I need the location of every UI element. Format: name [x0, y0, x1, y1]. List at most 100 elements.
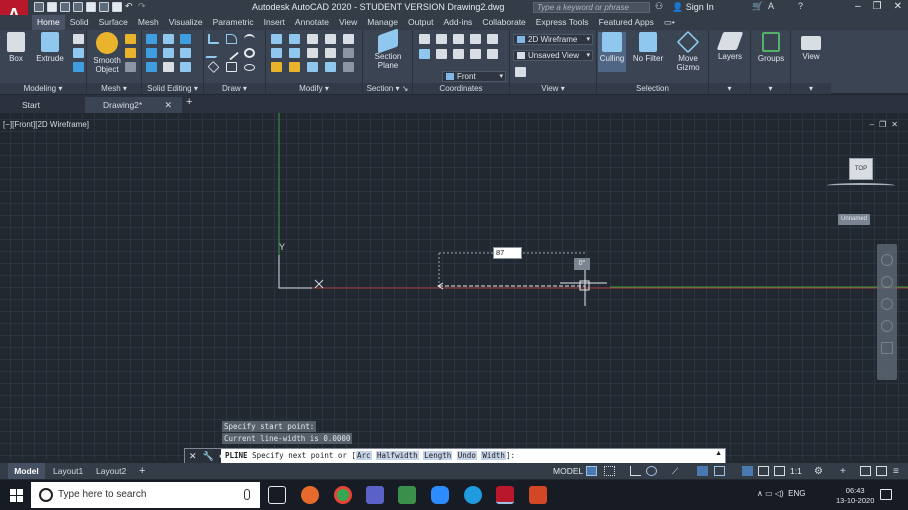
- tab-visualize[interactable]: Visualize: [164, 15, 208, 30]
- stretch-icon[interactable]: [325, 48, 336, 58]
- shell-icon[interactable]: [163, 62, 174, 72]
- ucs-origin-icon[interactable]: [436, 49, 447, 59]
- panel-title-mesh[interactable]: Mesh ▾: [87, 83, 141, 94]
- taskbar-search-input[interactable]: Type here to search: [31, 482, 260, 508]
- grid-icon[interactable]: [586, 466, 597, 476]
- rectangle-icon[interactable]: [226, 62, 237, 72]
- explode-icon[interactable]: [307, 62, 318, 72]
- keyword-search-input[interactable]: Type a keyword or phrase: [533, 2, 650, 13]
- erase-icon[interactable]: [271, 62, 282, 72]
- viewcube-top-face[interactable]: TOP: [849, 158, 873, 180]
- undo-icon[interactable]: ↶: [125, 2, 135, 12]
- snap-icon[interactable]: [604, 466, 615, 476]
- panel-title-modeling[interactable]: Modeling ▾: [0, 83, 86, 94]
- panel-title-modify[interactable]: Modify ▾: [266, 83, 362, 94]
- tab-output[interactable]: Output: [403, 15, 439, 30]
- store-icon[interactable]: [398, 486, 416, 504]
- fillet-edge-icon[interactable]: [146, 62, 157, 72]
- clean-screen-icon[interactable]: [876, 466, 887, 476]
- dynamic-input-field[interactable]: 87: [493, 247, 522, 259]
- section-plane-button[interactable]: Section Plane: [367, 28, 409, 70]
- teams-icon[interactable]: [366, 486, 384, 504]
- save-web-icon[interactable]: [99, 2, 109, 12]
- autoscale-icon[interactable]: [758, 466, 769, 476]
- save-icon[interactable]: [60, 2, 70, 12]
- drawing-canvas[interactable]: [−][Front][2D Wireframe] ‒ ❐ ✕ Y 87 0° T…: [0, 113, 908, 460]
- autodesk-a360-icon[interactable]: A: [768, 1, 774, 11]
- system-tray[interactable]: ∧ ▭ ◁) ENG: [757, 489, 806, 498]
- subtract-icon[interactable]: [163, 34, 174, 44]
- tab-insert[interactable]: Insert: [259, 15, 290, 30]
- ucs-object-icon[interactable]: [487, 34, 498, 44]
- ucs-icon[interactable]: [419, 34, 430, 44]
- panel-title-view[interactable]: View ▾: [510, 83, 596, 94]
- viewport-config-icon[interactable]: [515, 67, 526, 77]
- autocad-taskbar-icon[interactable]: [496, 486, 514, 504]
- panel-title-view-big[interactable]: ▾: [791, 83, 831, 94]
- tab-start[interactable]: Start: [4, 97, 40, 113]
- chrome-icon[interactable]: [334, 486, 352, 504]
- spline-icon[interactable]: [205, 48, 222, 58]
- extract-edges-icon[interactable]: [180, 48, 191, 58]
- culling-button[interactable]: Culling: [598, 32, 626, 72]
- save-as-icon[interactable]: [73, 2, 83, 12]
- ucs-previous-icon[interactable]: [453, 34, 464, 44]
- close-command-line-icon[interactable]: ✕: [189, 451, 197, 462]
- viewcube[interactable]: TOP: [827, 155, 895, 189]
- open-file-icon[interactable]: [47, 2, 57, 12]
- taskbar-clock[interactable]: 06:43 13-10-2020: [836, 486, 874, 506]
- microphone-icon[interactable]: [244, 489, 250, 500]
- panel-title-selection[interactable]: Selection: [597, 83, 708, 94]
- interfere-icon[interactable]: [180, 34, 191, 44]
- option-width[interactable]: Width: [481, 451, 506, 460]
- polar-tracking-icon[interactable]: [646, 466, 657, 476]
- windows-start-button[interactable]: [10, 489, 23, 502]
- panel-title-coordinates[interactable]: Coordinates: [413, 83, 509, 94]
- tab-add-ins[interactable]: Add-ins: [438, 15, 477, 30]
- tab-parametric[interactable]: Parametric: [208, 15, 259, 30]
- named-view-dropdown[interactable]: Unsaved View: [513, 50, 593, 61]
- mesh-smooth-less-icon[interactable]: [125, 48, 136, 58]
- panel-title-layers[interactable]: ▾: [709, 83, 750, 94]
- annotation-visibility-icon[interactable]: [742, 466, 753, 476]
- customize-wrench-icon[interactable]: 🔧: [203, 451, 214, 462]
- tab-featured-apps[interactable]: Featured Apps: [594, 15, 659, 30]
- viewcube-compass-ring[interactable]: [827, 183, 895, 188]
- rotate-icon[interactable]: [271, 48, 282, 58]
- extrude-button[interactable]: Extrude: [34, 32, 66, 63]
- construction-line-icon[interactable]: [224, 45, 239, 61]
- trim-icon[interactable]: [343, 34, 354, 44]
- ucs-zaxis-icon[interactable]: [453, 49, 464, 59]
- add-layout-button[interactable]: +: [139, 463, 145, 479]
- redo-icon[interactable]: ↷: [138, 2, 148, 12]
- array-icon[interactable]: [289, 48, 300, 58]
- showmotion-icon[interactable]: [881, 342, 893, 354]
- annotation-monitor-icon[interactable]: +: [840, 466, 851, 477]
- orbit-icon[interactable]: [881, 320, 893, 332]
- tab-solid[interactable]: Solid: [65, 15, 94, 30]
- firefox-icon[interactable]: [301, 486, 319, 504]
- tab-collaborate[interactable]: Collaborate: [477, 15, 530, 30]
- open-web-icon[interactable]: [86, 2, 96, 12]
- layout-tab-layout1[interactable]: Layout1: [53, 463, 83, 479]
- new-file-icon[interactable]: [34, 2, 44, 12]
- smooth-object-button[interactable]: Smooth Object: [91, 32, 123, 74]
- ucs-menu-button[interactable]: Unnamed: [838, 214, 870, 225]
- break-icon[interactable]: [325, 62, 336, 72]
- tab-annotate[interactable]: Annotate: [290, 15, 334, 30]
- ucs-view-icon[interactable]: [419, 49, 430, 59]
- ucs-world-icon[interactable]: [436, 34, 447, 44]
- copy-icon[interactable]: [325, 34, 336, 44]
- close-button[interactable]: ✕: [894, 1, 902, 12]
- option-arc[interactable]: Arc: [355, 451, 372, 460]
- units-icon[interactable]: [860, 466, 871, 476]
- new-tab-button[interactable]: +: [186, 96, 192, 108]
- panel-title-section[interactable]: Section ▾ ↘: [363, 83, 412, 94]
- tab-surface[interactable]: Surface: [94, 15, 133, 30]
- circle-icon[interactable]: [244, 48, 255, 58]
- panel-title-solid-editing[interactable]: Solid Editing ▾: [142, 83, 203, 94]
- mesh-smooth-more-icon[interactable]: [125, 34, 136, 44]
- groups-button[interactable]: Groups: [755, 32, 787, 63]
- steering-wheel-icon[interactable]: [881, 254, 893, 266]
- intersect-icon[interactable]: [146, 48, 157, 58]
